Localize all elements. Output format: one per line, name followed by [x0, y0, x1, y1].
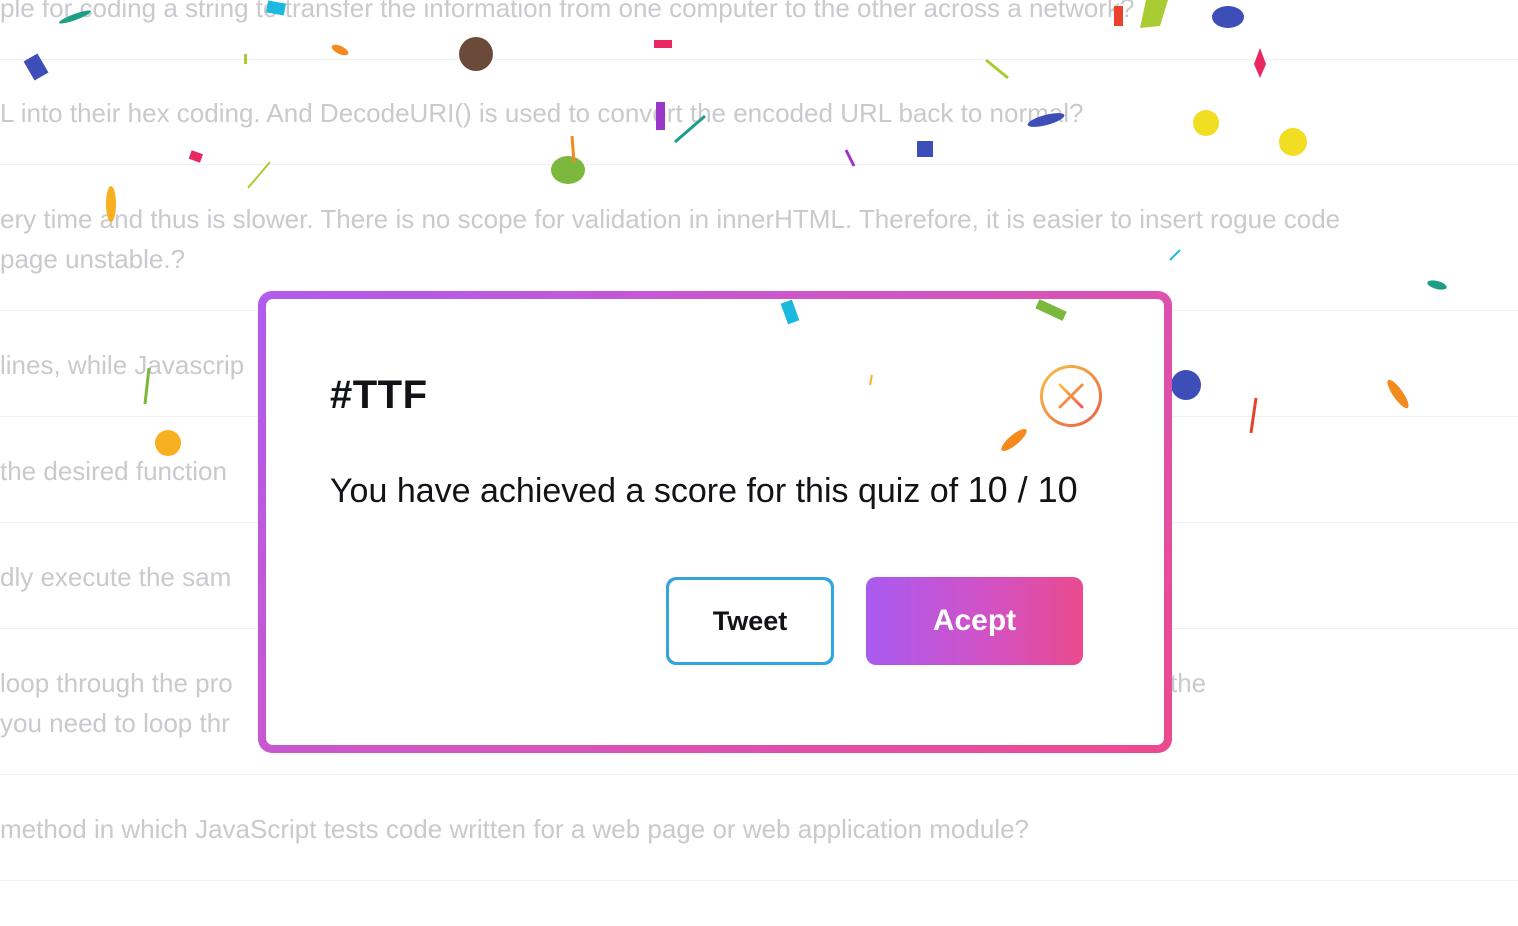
- confetti-piece: [780, 299, 800, 325]
- list-item-text: ery time and thus is slower. There is no…: [0, 204, 1341, 234]
- accept-button-label: Acept: [932, 604, 1017, 637]
- list-item: L into their hex coding. And DecodeURI()…: [0, 93, 1518, 165]
- tweet-button[interactable]: Tweet: [666, 577, 834, 665]
- list-item-text: ple for coding a string to transfer the …: [0, 0, 1135, 23]
- close-button-inner: [1043, 368, 1099, 424]
- score-value: 10 / 10: [967, 469, 1078, 510]
- score-prefix: You have achieved a score for this quiz …: [330, 472, 968, 510]
- list-item-text: method in which JavaScript tests code wr…: [0, 814, 1030, 844]
- list-item-text: page unstable.?: [0, 244, 186, 274]
- score-dialog-body: #TTF You have achieved a score for this …: [266, 299, 1164, 745]
- confetti-piece: [1001, 429, 1027, 451]
- close-button[interactable]: [1040, 365, 1102, 427]
- confetti-overlay: [780, 299, 1067, 451]
- list-item-text: L into their hex coding. And DecodeURI()…: [0, 98, 1084, 128]
- dialog-title: #TTF: [330, 373, 428, 417]
- tweet-button-label: Tweet: [669, 580, 831, 662]
- score-message: You have achieved a score for this quiz …: [330, 469, 1078, 511]
- list-item: ple for coding a string to transfer the …: [0, 0, 1518, 60]
- accept-button[interactable]: Acept: [866, 577, 1083, 665]
- list-item: method in which JavaScript tests code wr…: [0, 809, 1518, 881]
- page: ple for coding a string to transfer the …: [0, 0, 1518, 926]
- confetti-piece: [1035, 299, 1067, 321]
- close-icon: [1058, 383, 1084, 409]
- score-dialog: #TTF You have achieved a score for this …: [258, 291, 1172, 753]
- confetti-piece: [869, 374, 873, 386]
